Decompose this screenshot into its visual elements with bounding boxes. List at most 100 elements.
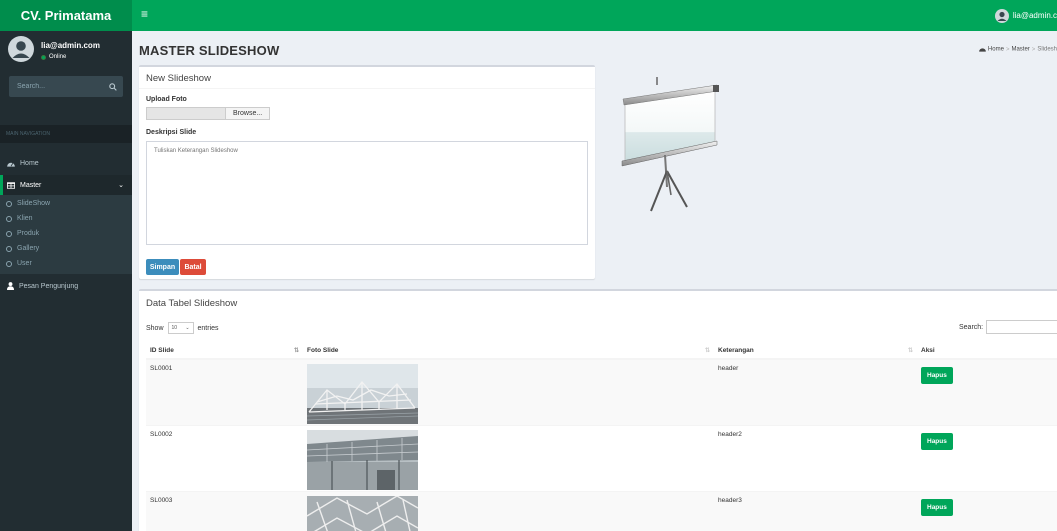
save-button[interactable]: Simpan xyxy=(146,259,179,275)
file-path-field[interactable] xyxy=(146,107,226,120)
breadcrumb-current: Slidesh xyxy=(1037,46,1057,53)
entries-label: entries xyxy=(197,324,219,332)
sidebar-item-label: Home xyxy=(20,159,39,167)
table-icon xyxy=(7,181,15,189)
sort-icon: ⇅ xyxy=(907,348,913,354)
table-row: SL0001 header Hapus xyxy=(146,358,1057,425)
sidebar-subitem-user[interactable]: User xyxy=(6,260,32,267)
browse-button[interactable]: Browse... xyxy=(226,107,271,120)
cell-foto xyxy=(303,424,714,491)
box-divider xyxy=(139,88,595,89)
upload-foto-label: Upload Foto xyxy=(146,96,187,103)
user-icon xyxy=(7,282,14,290)
breadcrumb-separator: > xyxy=(1031,46,1036,53)
table-row: SL0003 header3 Hapus xyxy=(146,490,1057,531)
table-search: Search: xyxy=(959,320,1057,334)
slideshow-table: ID Slide⇅ Foto Slide⇅ Keterangan⇅ Aksi⇅ … xyxy=(146,342,1057,531)
sidebar-section-header: MAIN NAVIGATION xyxy=(0,125,132,143)
chevron-down-icon: ⌄ xyxy=(118,182,124,189)
deskripsi-label: Deskripsi Slide xyxy=(146,129,197,136)
breadcrumb: Home > Master > Slidesh xyxy=(979,46,1057,53)
cell-id: SL0001 xyxy=(146,358,303,425)
sidebar-item-pesan-pengunjung[interactable]: Pesan Pengunjung xyxy=(0,277,132,295)
column-header-label: Foto Slide xyxy=(307,346,339,354)
sidebar-search xyxy=(9,76,123,97)
sidebar-search-input[interactable] xyxy=(17,83,97,90)
circle-icon xyxy=(6,260,12,267)
sort-asc-icon: ⇅ xyxy=(293,348,299,354)
sidebar-subitem-label: Klien xyxy=(17,215,33,222)
cell-aksi: Hapus xyxy=(917,490,1057,531)
form-title: New Slideshow xyxy=(146,73,211,84)
slide-photo-thumbnail[interactable] xyxy=(307,495,418,531)
cell-keterangan: header3 xyxy=(714,490,917,531)
sidebar-subitem-produk[interactable]: Produk xyxy=(6,230,39,237)
user-panel: lia@admin.com Online xyxy=(0,31,132,69)
cell-aksi: Hapus xyxy=(917,424,1057,491)
app-logo[interactable]: CV. Primatama xyxy=(0,0,132,31)
sidebar-subitem-slideshow[interactable]: SlideShow xyxy=(6,200,50,207)
sidebar-subitem-label: User xyxy=(17,260,32,267)
sidebar-item-master[interactable]: Master ⌄ xyxy=(0,175,132,195)
sidebar-item-label: Master xyxy=(20,181,42,189)
delete-button[interactable]: Hapus xyxy=(921,498,953,516)
sidebar-user-name: lia@admin.com xyxy=(41,41,100,50)
page-length-select[interactable]: 10 ⌄ xyxy=(167,322,194,334)
cell-foto xyxy=(303,358,714,425)
projector-screen-image xyxy=(621,77,719,212)
cell-foto xyxy=(303,490,714,531)
file-upload: Browse... xyxy=(146,107,271,120)
search-icon[interactable] xyxy=(109,82,117,91)
column-header-label: Keterangan xyxy=(718,346,754,354)
new-slideshow-box: New Slideshow Upload Foto Browse... Desk… xyxy=(139,65,595,279)
sidebar-subitem-gallery[interactable]: Gallery xyxy=(6,245,39,252)
sort-icon: ⇅ xyxy=(704,348,710,354)
circle-icon xyxy=(6,215,12,222)
circle-icon xyxy=(6,200,12,207)
cell-keterangan: header xyxy=(714,358,917,425)
sidebar-subitem-klien[interactable]: Klien xyxy=(6,215,33,222)
chevron-down-icon: ⌄ xyxy=(185,325,190,331)
slide-photo-thumbnail[interactable] xyxy=(307,429,418,490)
cancel-button[interactable]: Batal xyxy=(180,259,206,275)
delete-button[interactable]: Hapus xyxy=(921,432,953,450)
avatar-icon xyxy=(994,8,1009,23)
sidebar-submenu: SlideShow Klien Produk Gallery User xyxy=(0,195,132,274)
breadcrumb-home[interactable]: Home xyxy=(988,47,1004,53)
sidebar: lia@admin.com Online MAIN NAVIGATION Hom… xyxy=(0,31,132,531)
avatar xyxy=(8,36,34,62)
table-row: SL0002 header2 Hapus xyxy=(146,424,1057,491)
cell-id: SL0003 xyxy=(146,490,303,531)
table-header-row: ID Slide ⇅ Foto Slide ⇅ Keterangan ⇅ Aksi⇅ xyxy=(146,342,1057,360)
cell-id: SL0002 xyxy=(146,424,303,491)
page-length-control: Show 10 ⌄ entries xyxy=(146,322,219,334)
user-menu[interactable]: lia@admin.c xyxy=(994,0,1057,31)
cell-aksi: Hapus xyxy=(917,358,1057,425)
app-title: CV. Primatama xyxy=(20,8,112,23)
user-status: Online xyxy=(41,54,66,60)
delete-button[interactable]: Hapus xyxy=(921,367,953,384)
column-header-aksi[interactable]: Aksi⇅ xyxy=(917,342,1057,360)
column-header-label: Aksi xyxy=(921,346,935,354)
column-header-keterangan[interactable]: Keterangan ⇅ xyxy=(714,342,917,360)
sidebar-subitem-label: Produk xyxy=(17,230,40,237)
show-label: Show xyxy=(146,324,164,332)
sidebar-item-home[interactable]: Home xyxy=(0,153,132,173)
page-title: MASTER SLIDESHOW xyxy=(139,43,280,58)
online-dot-icon xyxy=(41,54,46,60)
slide-photo-thumbnail[interactable] xyxy=(307,364,418,424)
column-header-label: ID Slide xyxy=(150,346,174,354)
sidebar-subitem-label: Gallery xyxy=(17,245,40,252)
navbar-user-label: lia@admin.c xyxy=(1012,11,1057,20)
sidebar-item-label: Pesan Pengunjung xyxy=(19,282,79,290)
dashboard-icon xyxy=(7,162,15,167)
table-title: Data Tabel Slideshow xyxy=(146,298,238,309)
search-label: Search: xyxy=(959,323,984,331)
description-textarea[interactable] xyxy=(146,141,588,245)
breadcrumb-master[interactable]: Master xyxy=(1011,47,1029,53)
table-search-input[interactable] xyxy=(986,320,1057,334)
menu-toggle-icon[interactable]: ≡ xyxy=(141,7,148,21)
circle-icon xyxy=(6,245,12,252)
column-header-foto[interactable]: Foto Slide ⇅ xyxy=(303,342,714,360)
column-header-id[interactable]: ID Slide ⇅ xyxy=(146,342,303,360)
